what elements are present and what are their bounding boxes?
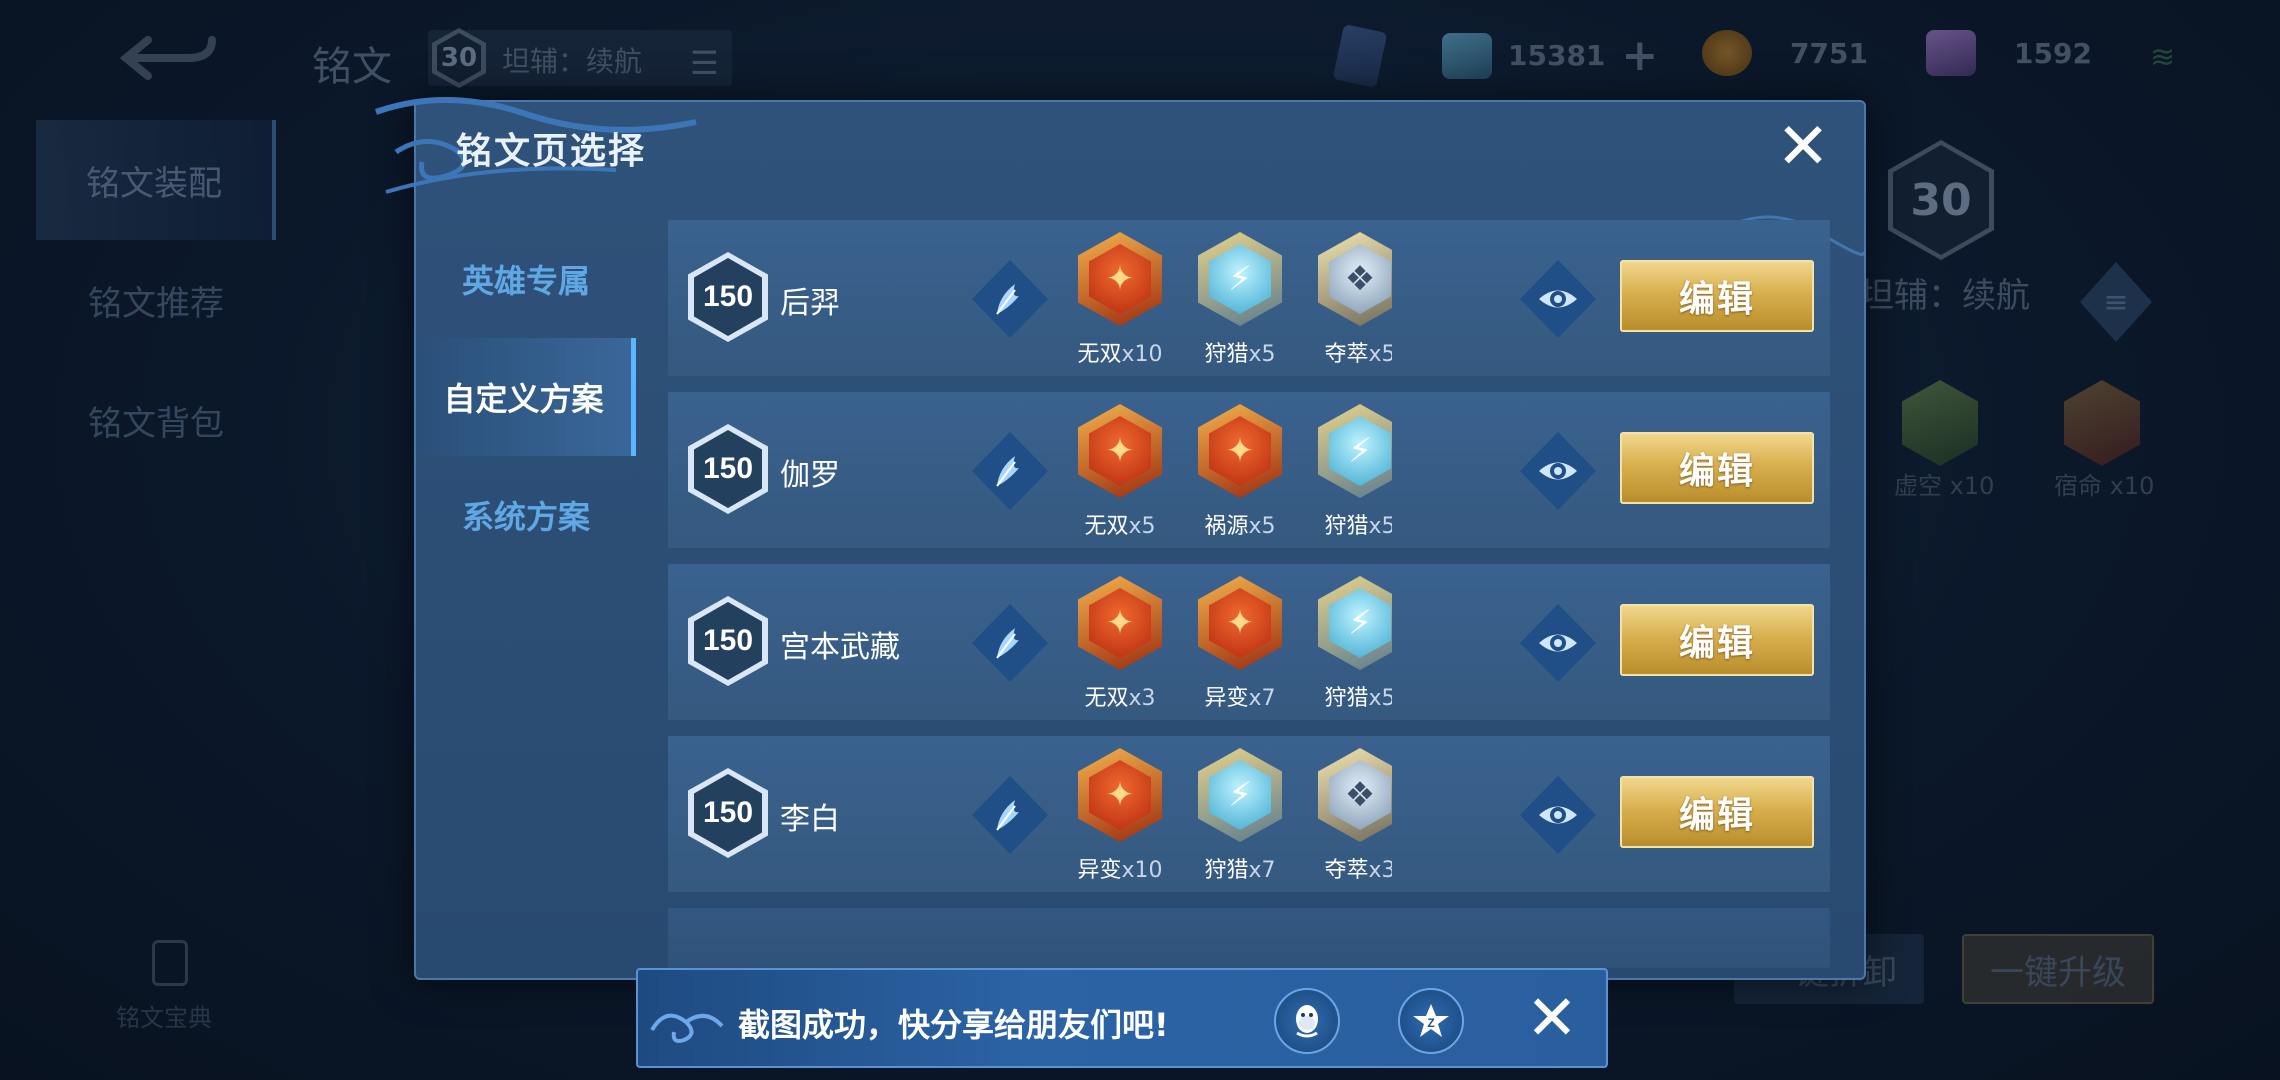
edit-button[interactable]: 编辑: [1620, 604, 1814, 676]
hero-name: 李白: [780, 802, 840, 837]
rune-label: 异变x10: [1077, 858, 1163, 883]
rune-label: 狩猎x5: [1324, 514, 1392, 539]
rune-item: ⚡ 狩猎x5: [1308, 576, 1392, 716]
rune-silver-icon: ❖: [1318, 748, 1392, 842]
rune-red-icon: ✦: [1198, 576, 1282, 670]
hero-name: 宫本武藏: [780, 630, 900, 665]
rune-item: ⚡ 狩猎x5: [1308, 404, 1392, 544]
preview-eye-icon[interactable]: [1520, 260, 1596, 338]
rune-item: ✦ 异变x10: [1068, 748, 1172, 888]
edit-button[interactable]: 编辑: [1620, 776, 1814, 848]
edit-button[interactable]: 编辑: [1620, 432, 1814, 504]
tab-system-plan[interactable]: 系统方案: [416, 456, 636, 574]
qzone-icon[interactable]: Z: [1398, 988, 1464, 1054]
feather-icon: [972, 260, 1048, 338]
hero-name: 伽罗: [780, 458, 840, 493]
feather-icon: [972, 432, 1048, 510]
rune-cyan-icon: ⚡: [1198, 748, 1282, 842]
screenshot-toast: 截图成功，快分享给朋友们吧! Z ✕: [636, 968, 1608, 1068]
rune-red-icon: ✦: [1078, 232, 1162, 326]
svg-text:Z: Z: [1427, 1016, 1434, 1030]
rune-red-icon: ✦: [1078, 748, 1162, 842]
rune-item: ✦ 祸源x5: [1188, 404, 1292, 544]
hero-name: 后羿: [780, 286, 840, 321]
feather-icon: [972, 776, 1048, 854]
rune-page-list[interactable]: 150后羿✦无双x10⚡狩猎x5❖夺萃x5✧鹰眼编辑150伽罗✦无双x5✦祸源x…: [668, 220, 1830, 980]
rune-list: ✦异变x10⚡狩猎x7❖夺萃x3✧鹰眼: [1068, 748, 1392, 888]
rune-label: 祸源x5: [1204, 514, 1276, 539]
rune-red-icon: ✦: [1198, 404, 1282, 498]
rune-level-badge: 150: [688, 596, 768, 686]
rune-level-badge: 150: [688, 252, 768, 342]
rune-item: ✦ 异变x7: [1188, 576, 1292, 716]
edit-button[interactable]: 编辑: [1620, 260, 1814, 332]
rune-item: ❖ 夺萃x3: [1308, 748, 1392, 888]
rune-label: 无双x5: [1084, 514, 1156, 539]
preview-eye-icon[interactable]: [1520, 432, 1596, 510]
rune-label: 无双x10: [1077, 342, 1163, 367]
rune-item: ✦ 无双x3: [1068, 576, 1172, 716]
rune-item: ⚡ 狩猎x5: [1188, 232, 1292, 372]
rune-page-row-partial[interactable]: [668, 908, 1830, 968]
close-button[interactable]: ✕: [1772, 115, 1834, 179]
rune-item: ✦ 无双x5: [1068, 404, 1172, 544]
rune-red-icon: ✦: [1078, 576, 1162, 670]
rune-red-icon: ✦: [1078, 404, 1162, 498]
rune-item: ✦ 无双x10: [1068, 232, 1172, 372]
rune-list: ✦无双x3✦异变x7⚡狩猎x5❖夺萃: [1068, 576, 1392, 716]
rune-label: 无双x3: [1084, 686, 1156, 711]
rune-label: 狩猎x5: [1204, 342, 1276, 367]
preview-eye-icon[interactable]: [1520, 776, 1596, 854]
rune-page-row[interactable]: 150后羿✦无双x10⚡狩猎x5❖夺萃x5✧鹰眼编辑: [668, 220, 1830, 376]
rune-item: ❖ 夺萃x5: [1308, 232, 1392, 372]
rune-label: 夺萃x5: [1324, 342, 1392, 367]
rune-cyan-icon: ⚡: [1198, 232, 1282, 326]
rune-list: ✦无双x5✦祸源x5⚡狩猎x5❖夺萃: [1068, 404, 1392, 544]
tab-custom-plan[interactable]: 自定义方案: [416, 338, 636, 456]
rune-page-row[interactable]: 150李白✦异变x10⚡狩猎x7❖夺萃x3✧鹰眼编辑: [668, 736, 1830, 892]
rune-level-badge: 150: [688, 424, 768, 514]
rune-cyan-icon: ⚡: [1318, 404, 1392, 498]
rune-label: 狩猎x7: [1204, 858, 1276, 883]
rune-page-row[interactable]: 150伽罗✦无双x5✦祸源x5⚡狩猎x5❖夺萃编辑: [668, 392, 1830, 548]
dialog-tabs: 英雄专属 自定义方案 系统方案: [416, 220, 636, 574]
rune-page-select-dialog: 铭文页选择 ✕ 英雄专属 自定义方案 系统方案 150 后羿 ✦ 无双x10 ⚡ 狩猎x5…: [374, 97, 1866, 980]
rune-page-row[interactable]: 150宫本武藏✦无双x3✦异变x7⚡狩猎x5❖夺萃编辑: [668, 564, 1830, 720]
rune-cyan-icon: ⚡: [1318, 576, 1392, 670]
tab-hero-exclusive[interactable]: 英雄专属: [416, 220, 636, 338]
rune-silver-icon: ❖: [1318, 232, 1392, 326]
toast-close-button[interactable]: ✕: [1518, 984, 1586, 1052]
rune-label: 狩猎x5: [1324, 686, 1392, 711]
toast-message: 截图成功，快分享给朋友们吧!: [738, 1006, 1169, 1044]
rune-level-badge: 150: [688, 768, 768, 858]
rune-label: 夺萃x3: [1324, 858, 1392, 883]
rune-item: ⚡ 狩猎x7: [1188, 748, 1292, 888]
dialog-title: 铭文页选择: [456, 131, 647, 172]
cloud-swirl-decoration: [650, 1013, 724, 1043]
rune-list: ✦无双x10⚡狩猎x5❖夺萃x5✧鹰眼: [1068, 232, 1392, 372]
qq-icon[interactable]: [1274, 988, 1340, 1054]
feather-icon: [972, 604, 1048, 682]
rune-label: 异变x7: [1204, 686, 1276, 711]
preview-eye-icon[interactable]: [1520, 604, 1596, 682]
